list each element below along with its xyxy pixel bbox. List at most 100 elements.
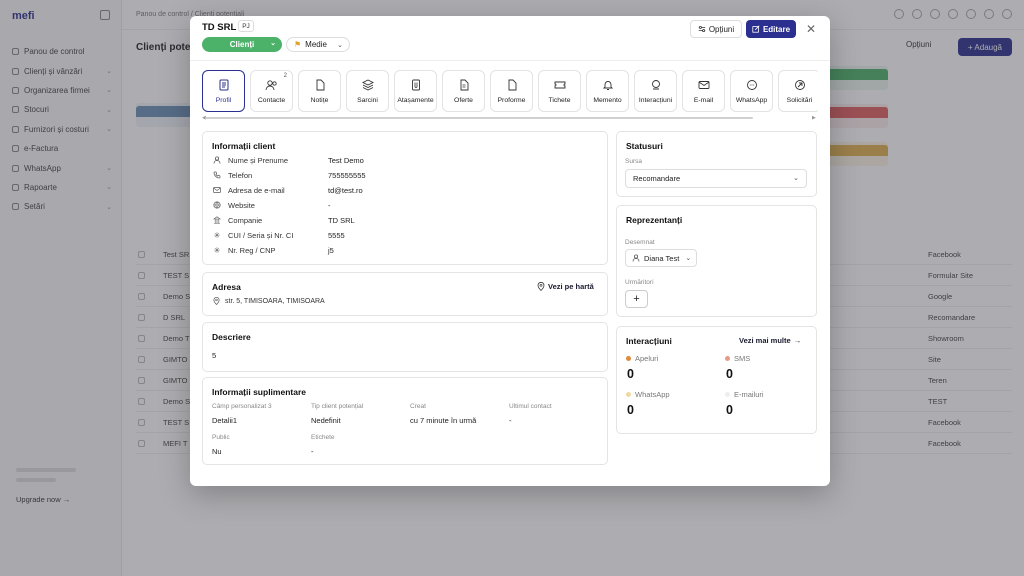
priority-dropdown[interactable]: ⚑ Medie ⌄	[286, 37, 350, 52]
lead-type-label: Tip client potențial	[311, 403, 364, 410]
add-follower-button[interactable]: +	[625, 290, 648, 308]
asterisk-icon: ✳	[213, 230, 221, 240]
asterisk-icon: ✳	[213, 245, 221, 255]
tab-notite[interactable]: Notițe	[298, 70, 341, 112]
tab-interactiuni[interactable]: Interacțiuni	[634, 70, 677, 112]
info-row-website: Website -	[213, 199, 331, 211]
interactions-title: Interacțiuni	[626, 336, 672, 346]
close-icon[interactable]: ✕	[804, 22, 818, 36]
edit-button[interactable]: Editare	[746, 20, 796, 38]
info-row-email: Adresa de e-mail td@test.ro	[213, 184, 363, 196]
client-info-title: Informații client	[212, 141, 276, 151]
client-modal: TD SRL PJ Clienți ⌄ ⚑ Medie ⌄ Opțiuni Ed…	[190, 16, 830, 486]
description-card: Descriere 5	[202, 322, 608, 372]
info-row-cui: ✳ CUI / Seria și Nr. CI 5555	[213, 230, 345, 240]
info-row-phone: Telefon 755555555	[213, 169, 366, 181]
profile-tabs: Profil 2 Contacte Notițe Sarcini Atașame…	[202, 70, 818, 114]
tags-label: Etichete	[311, 434, 335, 441]
contacts-count: 2	[283, 73, 287, 79]
description-value: 5	[212, 351, 217, 360]
source-label: Sursa	[625, 158, 642, 165]
chevron-down-icon: ⌄	[793, 175, 799, 182]
created-value: cu 7 minute în urmă	[410, 416, 477, 425]
sms-dot	[725, 356, 730, 361]
calls-dot	[626, 356, 631, 361]
emails-dot	[725, 392, 730, 397]
stat-emails: E-mailuri 0	[725, 390, 764, 417]
whatsapp-icon	[745, 78, 759, 92]
notes-icon	[313, 78, 327, 92]
mail-icon	[697, 78, 711, 92]
tab-sarcini[interactable]: Sarcini	[346, 70, 389, 112]
public-label: Public	[212, 434, 230, 441]
client-info-card: Informații client Nume și Prenume Test D…	[202, 131, 608, 265]
assigned-user-select[interactable]: Diana Test ⌄	[625, 249, 697, 267]
address-title: Adresa	[212, 282, 241, 292]
tab-solicitari[interactable]: Solicitări	[778, 70, 818, 112]
tab-tichete[interactable]: Tichete	[538, 70, 581, 112]
stat-whatsapp: WhatsApp 0	[626, 390, 670, 417]
flag-icon: ⚑	[294, 40, 302, 49]
mail-icon	[213, 186, 221, 194]
status-label: Clienți	[229, 40, 255, 49]
stat-sms: SMS 0	[725, 354, 751, 381]
tab-proforme[interactable]: Proforme	[490, 70, 533, 112]
header-divider	[190, 60, 830, 61]
interactions-card: Interacțiuni Vezi mai multe → Apeluri 0 …	[616, 326, 817, 434]
plus-icon: +	[633, 293, 640, 305]
tab-contacte[interactable]: 2 Contacte	[250, 70, 293, 112]
info-row-name: Nume și Prenume Test Demo	[213, 154, 364, 166]
last-contact-value: -	[509, 416, 512, 425]
statuses-title: Statusuri	[626, 141, 663, 151]
chevron-down-icon: ⌄	[337, 41, 343, 49]
edit-icon	[752, 25, 760, 33]
representatives-title: Reprezentanți	[626, 215, 683, 225]
view-more-link[interactable]: Vezi mai multe →	[739, 336, 801, 345]
followers-label: Urmăritori	[625, 279, 654, 286]
tab-profil[interactable]: Profil	[202, 70, 245, 112]
representatives-card: Reprezentanți Desemnat Diana Test ⌄ Urmă…	[616, 205, 817, 317]
globe-icon	[213, 201, 221, 209]
tab-email[interactable]: E-mail	[682, 70, 725, 112]
created-label: Creat	[410, 403, 426, 410]
source-select[interactable]: Recomandare ⌄	[625, 169, 807, 188]
status-dropdown[interactable]: Clienți ⌄	[202, 37, 282, 52]
requests-icon	[793, 78, 807, 92]
tab-memento[interactable]: Memento	[586, 70, 629, 112]
arrow-right-icon: →	[793, 336, 802, 345]
client-type-badge: PJ	[238, 20, 254, 32]
bell-icon	[601, 78, 615, 92]
address-value: str. 5, TIMISOARA, TIMISOARA	[213, 297, 325, 305]
offers-icon	[457, 78, 471, 92]
last-contact-label: Ultimul contact	[509, 403, 552, 410]
priority-label: Medie	[305, 40, 327, 49]
tabs-scrollbar[interactable]	[205, 117, 753, 119]
map-pin-icon	[213, 297, 220, 305]
profile-icon	[217, 78, 231, 92]
public-value: Nu	[212, 447, 222, 456]
tab-whatsapp[interactable]: WhatsApp	[730, 70, 773, 112]
tab-oferte[interactable]: Oferte	[442, 70, 485, 112]
assigned-label: Desemnat	[625, 239, 655, 246]
proforma-icon	[505, 78, 519, 92]
whatsapp-dot	[626, 392, 631, 397]
options-button[interactable]: Opțiuni	[690, 20, 742, 38]
view-on-map-link[interactable]: Vezi pe hartă	[537, 282, 594, 291]
extra-info-title: Informații suplimentare	[212, 387, 306, 397]
tab-atasamente[interactable]: Atașamente	[394, 70, 437, 112]
tags-value: -	[311, 447, 314, 456]
scroll-right-icon[interactable]: ▶	[812, 115, 816, 121]
user-icon	[632, 254, 640, 262]
building-icon	[213, 216, 221, 224]
interactions-icon	[649, 78, 663, 92]
lead-type-value: Nedefinit	[311, 416, 341, 425]
custom-field-value: Detalii1	[212, 416, 238, 425]
contacts-icon	[265, 78, 279, 92]
client-name: TD SRL	[202, 22, 237, 33]
map-pin-icon	[537, 282, 545, 291]
info-row-reg: ✳ Nr. Reg / CNP j5	[213, 245, 334, 255]
tasks-icon	[361, 78, 375, 92]
statuses-card: Statusuri Sursa Recomandare ⌄	[616, 131, 817, 197]
phone-icon	[213, 171, 221, 179]
stat-calls: Apeluri 0	[626, 354, 659, 381]
